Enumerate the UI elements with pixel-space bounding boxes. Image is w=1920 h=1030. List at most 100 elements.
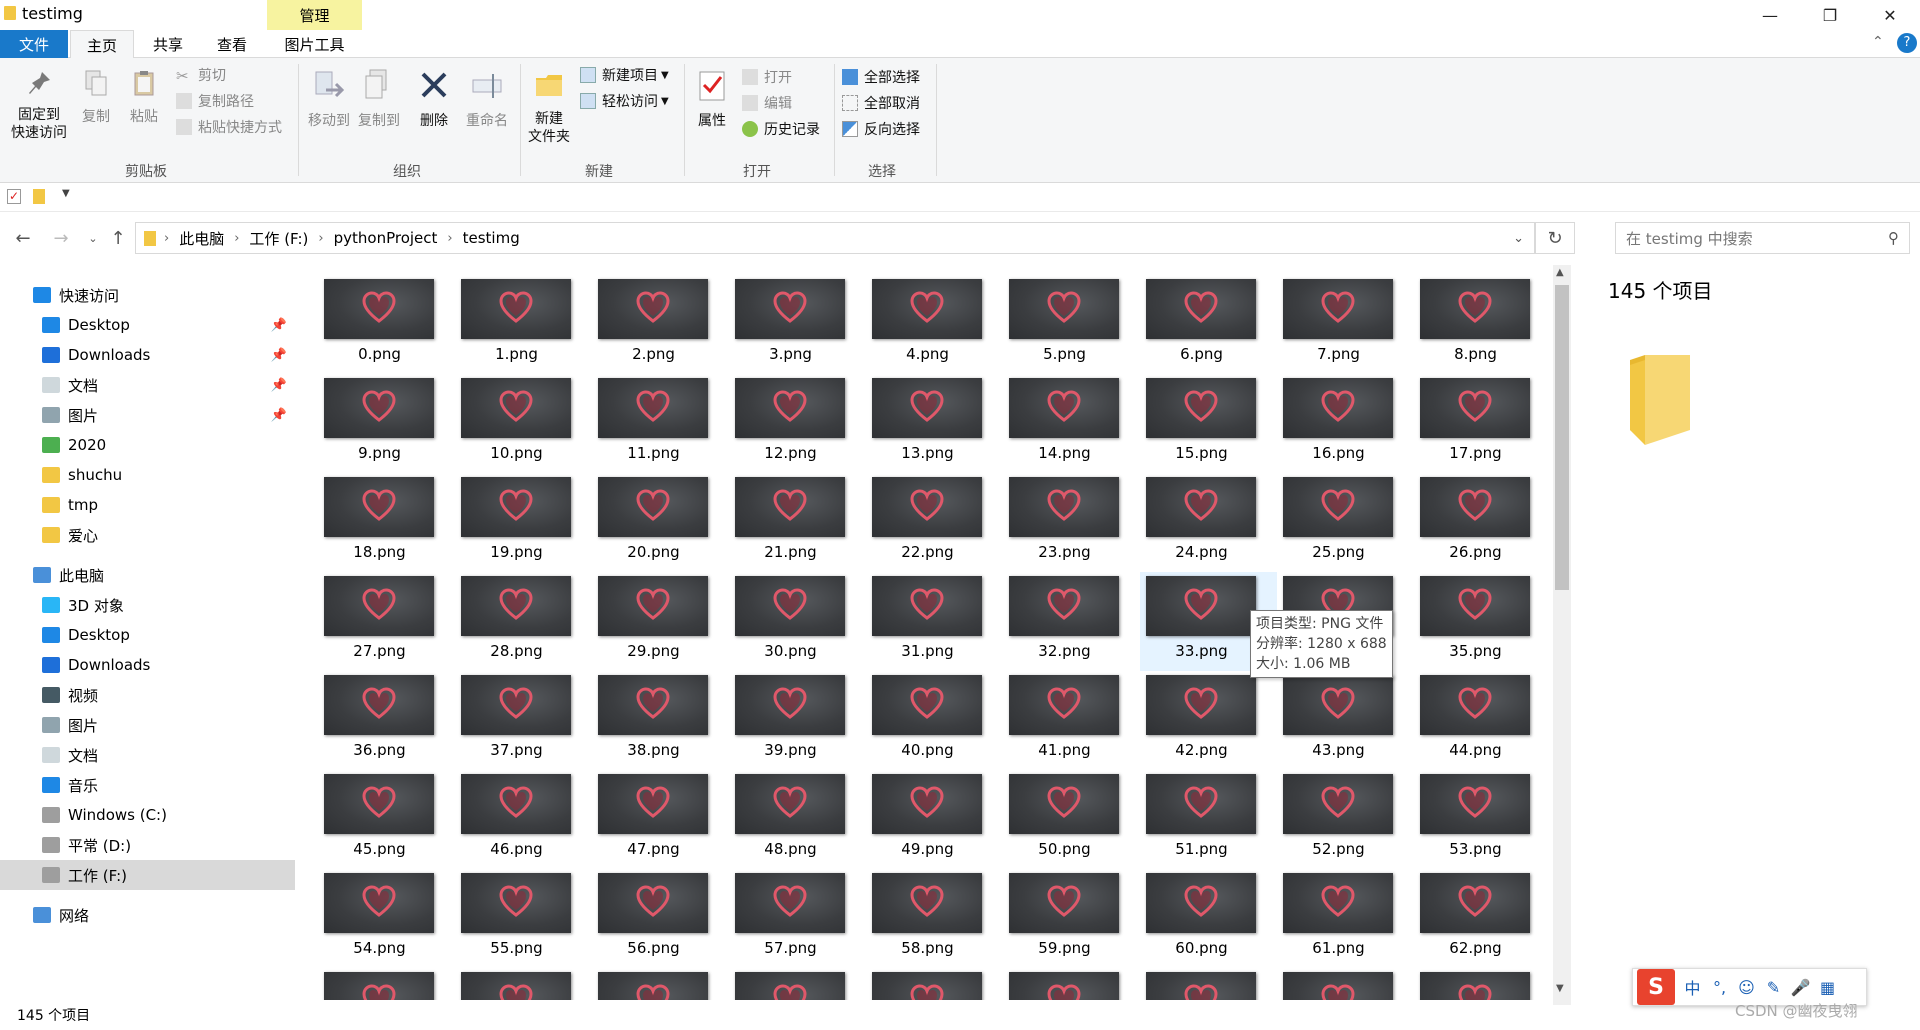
nav-item[interactable]: 爱心 xyxy=(0,520,295,550)
grid-icon[interactable]: ▦ xyxy=(1814,978,1841,997)
tab-view[interactable]: 查看 xyxy=(200,30,264,58)
file-tile[interactable]: 44.png xyxy=(1414,671,1551,770)
nav-item[interactable]: shuchu xyxy=(0,460,295,490)
file-tile[interactable]: 48.png xyxy=(729,770,866,869)
file-tile[interactable]: 3.png xyxy=(729,275,866,374)
file-tile[interactable]: 23.png xyxy=(1003,473,1140,572)
pin-icon[interactable]: 📌 xyxy=(271,348,287,363)
file-tile[interactable]: 60.png xyxy=(1140,869,1277,968)
file-tile[interactable]: 31.png xyxy=(866,572,1003,671)
file-tile[interactable]: 39.png xyxy=(729,671,866,770)
file-tile[interactable] xyxy=(455,968,592,1000)
file-tile[interactable] xyxy=(729,968,866,1000)
search-input[interactable]: 在 testimg 中搜索 ⚲ xyxy=(1615,222,1910,254)
file-tile[interactable]: 54.png xyxy=(318,869,455,968)
nav-item[interactable]: Downloads xyxy=(0,650,295,680)
nav-item[interactable]: 工作 (F:) xyxy=(0,860,295,890)
delete-button[interactable]: 删除 xyxy=(414,68,454,130)
file-tile[interactable]: 47.png xyxy=(592,770,729,869)
breadcrumb-this-pc[interactable]: 此电脑 xyxy=(179,228,224,249)
forward-arrow-icon[interactable]: → xyxy=(46,223,76,253)
file-tile[interactable] xyxy=(592,968,729,1000)
file-tile[interactable]: 43.png xyxy=(1277,671,1414,770)
select-none-button[interactable]: 全部取消 xyxy=(842,92,920,114)
file-tile[interactable]: 57.png xyxy=(729,869,866,968)
file-tile[interactable]: 1.png xyxy=(455,275,592,374)
file-tile[interactable]: 18.png xyxy=(318,473,455,572)
file-tile[interactable] xyxy=(1003,968,1140,1000)
file-tile[interactable]: 10.png xyxy=(455,374,592,473)
new-item-button[interactable]: 新建项目 ▼ xyxy=(580,64,669,86)
file-tile[interactable]: 26.png xyxy=(1414,473,1551,572)
restore-icon[interactable]: ❐ xyxy=(1800,0,1860,30)
nav-item[interactable]: Downloads 📌 xyxy=(0,340,295,370)
contextual-tab-manage[interactable]: 管理 xyxy=(267,0,362,30)
nav-computer-header[interactable]: 此电脑 xyxy=(0,560,295,590)
file-tile[interactable]: 42.png xyxy=(1140,671,1277,770)
copy-path-button[interactable]: 复制路径 xyxy=(176,90,254,112)
vertical-scrollbar[interactable]: ▲ ▼ xyxy=(1553,265,1571,1005)
chevron-down-icon[interactable]: ⌄ xyxy=(1513,231,1524,246)
file-tile[interactable]: 49.png xyxy=(866,770,1003,869)
file-tile[interactable]: 9.png xyxy=(318,374,455,473)
tab-home[interactable]: 主页 xyxy=(70,30,134,59)
scroll-down-icon[interactable]: ▼ xyxy=(1556,983,1564,994)
file-tile[interactable]: 52.png xyxy=(1277,770,1414,869)
folder-icon[interactable] xyxy=(33,189,45,204)
move-to-button[interactable]: 移动到 xyxy=(304,68,354,130)
file-tile[interactable]: 36.png xyxy=(318,671,455,770)
scrollbar-thumb[interactable] xyxy=(1555,285,1569,590)
open-button[interactable]: 打开 xyxy=(742,66,792,88)
file-tile[interactable]: 5.png xyxy=(1003,275,1140,374)
easy-access-button[interactable]: 轻松访问 ▼ xyxy=(580,90,669,112)
file-tile[interactable]: 51.png xyxy=(1140,770,1277,869)
file-tile[interactable]: 61.png xyxy=(1277,869,1414,968)
nav-item[interactable]: 平常 (D:) xyxy=(0,830,295,860)
file-tile[interactable]: 4.png xyxy=(866,275,1003,374)
nav-item[interactable]: Desktop xyxy=(0,620,295,650)
rename-button[interactable]: 重命名 xyxy=(462,68,512,130)
file-tile[interactable]: 12.png xyxy=(729,374,866,473)
file-tile[interactable]: 32.png xyxy=(1003,572,1140,671)
brush-icon[interactable]: ✎ xyxy=(1760,978,1787,997)
customize-toolbar-icon[interactable]: ▼ xyxy=(62,188,70,199)
nav-item[interactable]: tmp xyxy=(0,490,295,520)
file-tile[interactable]: 50.png xyxy=(1003,770,1140,869)
history-button[interactable]: 历史记录 xyxy=(742,118,820,140)
nav-network-header[interactable]: 网络 xyxy=(0,900,295,930)
file-tile[interactable] xyxy=(866,968,1003,1000)
nav-item[interactable]: 图片 📌 xyxy=(0,400,295,430)
pin-quick-access-button[interactable]: 固定到 快速访问 xyxy=(8,68,70,142)
breadcrumb-drive-f[interactable]: 工作 (F:) xyxy=(249,228,308,249)
select-all-button[interactable]: 全部选择 xyxy=(842,66,920,88)
file-tile[interactable]: 35.png xyxy=(1414,572,1551,671)
nav-item[interactable]: 图片 xyxy=(0,710,295,740)
nav-item[interactable]: 3D 对象 xyxy=(0,590,295,620)
file-tile[interactable]: 55.png xyxy=(455,869,592,968)
cut-button[interactable]: ✂ 剪切 xyxy=(176,64,226,86)
file-tile[interactable]: 0.png xyxy=(318,275,455,374)
properties-check-icon[interactable]: ✓ xyxy=(7,189,21,204)
file-tile[interactable]: 2.png xyxy=(592,275,729,374)
minimize-icon[interactable]: — xyxy=(1740,0,1800,30)
file-tile[interactable]: 53.png xyxy=(1414,770,1551,869)
help-icon[interactable]: ? xyxy=(1897,33,1917,53)
new-folder-button[interactable]: 新建 文件夹 xyxy=(524,68,574,146)
close-icon[interactable]: ✕ xyxy=(1860,0,1920,30)
file-tile[interactable] xyxy=(1140,968,1277,1000)
nav-item[interactable]: 文档 xyxy=(0,740,295,770)
chevron-up-icon[interactable]: ⌃ xyxy=(1872,34,1884,50)
file-tile[interactable]: 20.png xyxy=(592,473,729,572)
up-arrow-icon[interactable]: ↑ xyxy=(103,223,133,253)
file-tile[interactable] xyxy=(1277,968,1414,1000)
file-tile[interactable]: 19.png xyxy=(455,473,592,572)
file-tile[interactable]: 30.png xyxy=(729,572,866,671)
breadcrumb-testimg[interactable]: testimg xyxy=(463,229,520,247)
nav-item[interactable]: 2020 xyxy=(0,430,295,460)
nav-item[interactable]: Desktop 📌 xyxy=(0,310,295,340)
scroll-up-icon[interactable]: ▲ xyxy=(1556,267,1564,278)
paste-button[interactable]: 粘贴 xyxy=(124,68,164,126)
file-tile[interactable]: 13.png xyxy=(866,374,1003,473)
ime-mode[interactable]: 中 xyxy=(1679,975,1706,999)
back-arrow-icon[interactable]: ← xyxy=(8,223,38,253)
